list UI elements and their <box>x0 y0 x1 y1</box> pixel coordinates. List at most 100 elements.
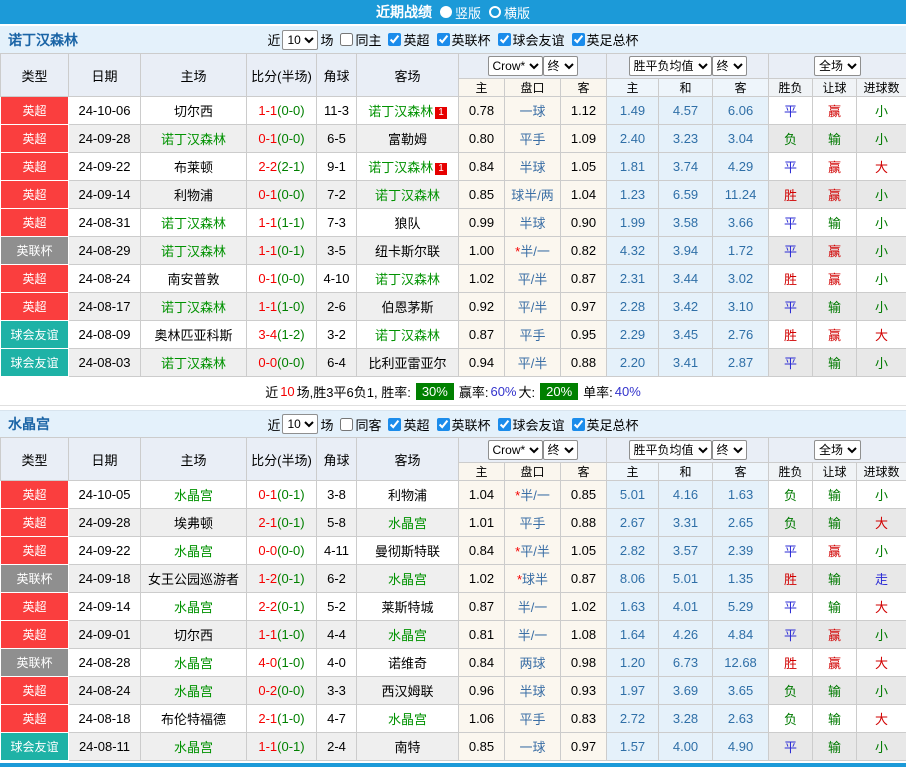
match-type-badge: 英超 <box>1 209 69 237</box>
spread-result-cell: 输 <box>813 677 857 705</box>
odds-stage-select[interactable]: 终 <box>543 56 578 76</box>
match-type-badge: 英超 <box>1 481 69 509</box>
result-cell: 平 <box>769 293 813 321</box>
home-team-cell: 诺丁汉森林 <box>141 349 247 377</box>
away-team-cell: 富勒姆 <box>357 125 459 153</box>
odds-away: 1.04 <box>561 181 607 209</box>
competition-checkbox-input[interactable] <box>498 418 511 431</box>
competition-checkbox[interactable]: 英联杯 <box>432 415 491 434</box>
competition-checkbox[interactable]: 英超 <box>383 415 429 434</box>
away-redcard-badge: 1 <box>435 107 447 119</box>
same-venue-label: 同主 <box>355 30 381 49</box>
recent-count-select[interactable]: 10 <box>282 30 318 50</box>
match-type-badge: 英超 <box>1 593 69 621</box>
home-team-name: 女王公园巡游者 <box>148 572 239 587</box>
recent-label: 近 <box>267 30 280 49</box>
corner-count: 9-1 <box>317 153 357 181</box>
handicap-value: 两球 <box>519 656 545 671</box>
competition-checkbox[interactable]: 球会友谊 <box>493 415 565 434</box>
competition-checkbox[interactable]: 英足总杯 <box>567 30 639 49</box>
away-team-cell: 利物浦 <box>357 481 459 509</box>
col-header-corner: 角球 <box>317 438 357 481</box>
table-row: 英超24-10-06切尔西1-1(0-0)11-3诺丁汉森林10.78一球1.1… <box>1 97 906 125</box>
same-venue-checkbox[interactable]: 同客 <box>335 415 381 434</box>
mean-stage-select[interactable]: 终 <box>712 56 747 76</box>
odds-home: 1.02 <box>459 565 505 593</box>
layout-option-horizontal[interactable]: 横版 <box>489 3 530 22</box>
scope-select-group: 全场 <box>769 54 906 79</box>
odds-home: 0.94 <box>459 349 505 377</box>
goals-result-cell: 大 <box>857 321 906 349</box>
vertical-radio[interactable] <box>440 6 452 18</box>
match-date: 24-09-28 <box>69 125 141 153</box>
subcol-header-sub_spread: 让球 <box>813 463 857 481</box>
odds-away: 0.87 <box>561 565 607 593</box>
home-team-name: 水晶宫 <box>174 684 213 699</box>
horizontal-radio[interactable] <box>489 6 501 18</box>
competition-checkbox[interactable]: 球会友谊 <box>493 30 565 49</box>
layout-option-vertical[interactable]: 竖版 <box>440 3 481 22</box>
mean-home: 4.32 <box>607 237 659 265</box>
mean-type-select[interactable]: 胜平负均值 <box>629 440 712 460</box>
subcol-header-sub_result: 胜负 <box>769 79 813 97</box>
recent-count-select[interactable]: 10 <box>282 414 318 434</box>
mean-stage-select[interactable]: 终 <box>712 440 747 460</box>
odds-provider-select[interactable]: Crow* <box>488 56 543 76</box>
table-row: 英超24-08-24水晶宫0-2(0-0)3-3西汉姆联0.96半球0.931.… <box>1 677 906 705</box>
match-date: 24-08-28 <box>69 649 141 677</box>
handicap-value: 平/半 <box>518 300 548 315</box>
competition-checkbox-input[interactable] <box>388 33 401 46</box>
mean-home: 1.23 <box>607 181 659 209</box>
odds-away: 0.88 <box>561 349 607 377</box>
mean-type-select[interactable]: 胜平负均值 <box>629 56 712 76</box>
competition-checkbox[interactable]: 英联杯 <box>432 30 491 49</box>
same-venue-checkbox[interactable]: 同主 <box>335 30 381 49</box>
single-label: 单率: <box>583 382 613 401</box>
mean-draw: 4.16 <box>659 481 713 509</box>
home-team-cell: 水晶宫 <box>141 649 247 677</box>
mean-draw: 3.69 <box>659 677 713 705</box>
scope-select[interactable]: 全场 <box>814 56 861 76</box>
home-team-name: 诺丁汉森林 <box>161 216 226 231</box>
table-row: 英超24-09-28诺丁汉森林0-1(0-0)6-5富勒姆0.80平手1.092… <box>1 125 906 153</box>
home-team-name: 水晶宫 <box>174 544 213 559</box>
fulltime-score: 1-1 <box>258 215 277 230</box>
home-team-cell: 女王公园巡游者 <box>141 565 247 593</box>
odds-away: 0.98 <box>561 649 607 677</box>
mean-home: 1.57 <box>607 733 659 761</box>
goals-result-cell: 小 <box>857 265 906 293</box>
odds-stage-select[interactable]: 终 <box>543 440 578 460</box>
away-team-cell: 水晶宫 <box>357 509 459 537</box>
matches-table: 类型日期主场比分(半场)角球客场Crow*终胜平负均值终全场主盘口客主和客胜负让… <box>0 437 906 761</box>
halftime-score: (0-1) <box>277 599 304 614</box>
competition-checkbox-input[interactable] <box>388 418 401 431</box>
competition-checkbox-input[interactable] <box>437 418 450 431</box>
table-row: 球会友谊24-08-09奥林匹亚科斯3-4(1-2)3-2诺丁汉森林0.87平手… <box>1 321 906 349</box>
mean-draw: 3.41 <box>659 349 713 377</box>
scope-select[interactable]: 全场 <box>814 440 861 460</box>
competition-checkbox[interactable]: 英超 <box>383 30 429 49</box>
odds-provider-select[interactable]: Crow* <box>488 440 543 460</box>
home-team-cell: 埃弗顿 <box>141 509 247 537</box>
competition-checkbox-input[interactable] <box>437 33 450 46</box>
competition-checkbox-input[interactable] <box>498 33 511 46</box>
competition-checkbox[interactable]: 英足总杯 <box>567 415 639 434</box>
score-cell: 0-1(0-0) <box>247 181 317 209</box>
home-team-name: 水晶宫 <box>174 656 213 671</box>
competition-checkbox-input[interactable] <box>572 33 585 46</box>
home-team-name: 诺丁汉森林 <box>161 132 226 147</box>
same-venue-checkbox-input[interactable] <box>340 418 353 431</box>
same-venue-checkbox-input[interactable] <box>340 33 353 46</box>
competition-checkbox-input[interactable] <box>572 418 585 431</box>
home-team-name: 水晶宫 <box>174 488 213 503</box>
section-header: 水晶宫近10场同客英超英联杯球会友谊英足总杯 <box>0 410 906 437</box>
table-row: 球会友谊24-08-11水晶宫1-1(0-1)2-4南特0.85一球0.971.… <box>1 733 906 761</box>
result-cell: 负 <box>769 125 813 153</box>
away-team-name: 伯恩茅斯 <box>381 300 433 315</box>
home-team-cell: 切尔西 <box>141 97 247 125</box>
home-team-cell: 布伦特福德 <box>141 705 247 733</box>
mean-draw: 3.31 <box>659 509 713 537</box>
home-team-name: 诺丁汉森林 <box>161 356 226 371</box>
match-date: 24-10-06 <box>69 97 141 125</box>
spread-result-cell: 输 <box>813 565 857 593</box>
